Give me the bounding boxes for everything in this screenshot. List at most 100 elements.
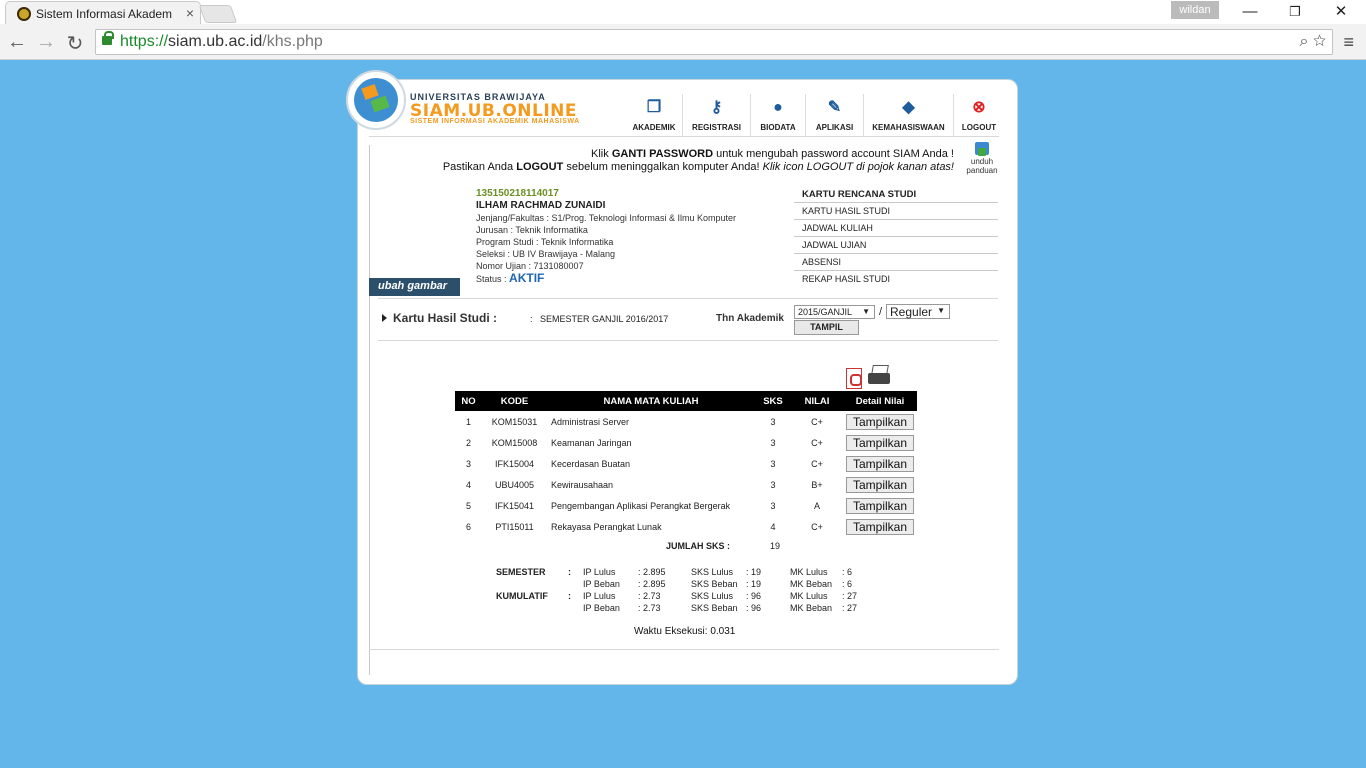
- brand-subtitle: SISTEM INFORMASI AKADEMIK MAHASISWA: [410, 118, 580, 125]
- back-arrow-icon[interactable]: ←: [6, 31, 28, 54]
- siam-logo-icon: [354, 78, 398, 122]
- reload-icon[interactable]: ↻: [64, 31, 86, 56]
- student-prodi: Program Studi : Teknik Informatika: [476, 237, 614, 247]
- table-row: 1 KOM15031 Administrasi Server 3 C+ Tampilka…: [455, 411, 917, 432]
- nav-label: AKADEMIK: [632, 123, 676, 132]
- table-row: 4 UBU4005 Kewirausahaan 3 B+ Tampilkan: [455, 474, 917, 495]
- jumlah-sks-value: 19: [770, 541, 781, 551]
- siam-page: UNIVERSITAS BRAWIJAYA SIAM.UB.ONLINE SIS…: [346, 70, 1019, 685]
- student-status: Status : AKTIF: [476, 271, 545, 285]
- student-jurusan: Jurusan : Teknik Informatika: [476, 225, 588, 235]
- execution-time: Waktu Eksekusi: 0.031: [634, 626, 736, 637]
- student-seleksi: Seleksi : UB IV Brawijaya - Malang: [476, 249, 616, 259]
- col-sks: SKS: [755, 391, 791, 411]
- menu-jadwal-kuliah[interactable]: JADWAL KULIAH: [794, 220, 998, 237]
- program-select[interactable]: Reguler ▼: [886, 304, 950, 319]
- jumlah-sks-label: JUMLAH SKS :: [666, 541, 731, 551]
- col-kode: KODE: [482, 391, 547, 411]
- new-tab-button[interactable]: [198, 5, 238, 23]
- section-divider: [378, 340, 998, 341]
- zoom-icon[interactable]: ⌕: [1300, 33, 1309, 50]
- footer-divider: [369, 649, 999, 650]
- download-guide-link[interactable]: unduh panduan: [962, 142, 1002, 175]
- browser-menu-icon[interactable]: ≡: [1343, 32, 1354, 53]
- browser-tab[interactable]: Sistem Informasi Akadem ×: [5, 1, 201, 25]
- tampilkan-button[interactable]: Tampilkan: [846, 518, 914, 535]
- tahun-akademik-select[interactable]: 2015/GANJIL ▼: [794, 305, 875, 319]
- table-row: 6 PTI15011 Rekayasa Perangkat Lunak 4 C+ Tam…: [455, 516, 917, 537]
- nav-logout[interactable]: ⊗ LOGOUT: [954, 94, 1004, 136]
- tahun-akademik-label: Thn Akademik: [716, 313, 784, 324]
- nav-label: LOGOUT: [961, 123, 997, 132]
- window-close-button[interactable]: ✕: [1318, 0, 1364, 24]
- nav-biodata[interactable]: ● BIODATA: [751, 94, 806, 136]
- content-left-border: [369, 145, 370, 675]
- khs-table: NO KODE NAMA MATA KULIAH SKS NILAI Detai…: [455, 391, 917, 537]
- table-row: 3 IFK15004 Kecerdasan Buatan 3 C+ Tampilkan: [455, 453, 917, 474]
- site-header: UNIVERSITAS BRAWIJAYA SIAM.UB.ONLINE SIS…: [346, 70, 1019, 138]
- address-bar[interactable]: https://siam.ub.ac.id/khs.php ⌕ ☆: [95, 29, 1333, 55]
- lock-icon: [102, 31, 114, 45]
- nav-label: APLIKASI: [815, 123, 854, 132]
- tampilkan-button[interactable]: Tampilkan: [846, 476, 914, 493]
- tampilkan-button[interactable]: Tampilkan: [846, 413, 914, 430]
- graduation-cap-icon: ◆: [902, 99, 915, 116]
- copy-icon: ❐: [646, 99, 662, 116]
- tampilkan-button[interactable]: Tampilkan: [846, 455, 914, 472]
- menu-rekap[interactable]: REKAP HASIL STUDI: [794, 271, 998, 288]
- user-icon: ●: [773, 99, 783, 116]
- nav-label: REGISTRASI: [692, 123, 741, 132]
- pdf-icon[interactable]: [846, 368, 862, 389]
- menu-absensi[interactable]: ABSENSI: [794, 254, 998, 271]
- nav-label: BIODATA: [760, 123, 796, 132]
- tampilkan-button[interactable]: Tampilkan: [846, 497, 914, 514]
- dropdown-arrow-icon: ▼: [937, 306, 945, 315]
- header-divider: [369, 136, 999, 137]
- col-nama: NAMA MATA KULIAH: [547, 391, 755, 411]
- side-menu: KARTU RENCANA STUDI KARTU HASIL STUDI JA…: [794, 186, 998, 288]
- browser-titlebar: Sistem Informasi Akadem × wildan — ❐ ✕: [0, 0, 1366, 25]
- download-icon: [975, 142, 989, 156]
- url-path: /khs.php: [262, 33, 323, 50]
- guide-label: unduh: [970, 157, 994, 166]
- nav-kemahasiswaan[interactable]: ◆ KEMAHASISWAAN: [864, 94, 954, 136]
- kumulatif-label: KUMULATIF: [496, 591, 548, 601]
- nav-akademik[interactable]: ❐ AKADEMIK: [626, 94, 683, 136]
- change-photo-button[interactable]: ubah gambar: [369, 278, 460, 296]
- menu-jadwal-ujian[interactable]: JADWAL UJIAN: [794, 237, 998, 254]
- printer-icon[interactable]: [868, 365, 891, 385]
- tampil-button[interactable]: TAMPIL: [794, 320, 859, 335]
- col-no: NO: [455, 391, 482, 411]
- url-scheme: https://: [120, 33, 169, 50]
- dropdown-arrow-icon: ▼: [862, 307, 870, 316]
- nav-label: KEMAHASISWAAN: [872, 123, 945, 132]
- status-badge: AKTIF: [509, 271, 545, 285]
- tab-title: Sistem Informasi Akadem: [36, 7, 173, 21]
- guide-label: panduan: [966, 166, 998, 175]
- siam-logo[interactable]: [346, 70, 406, 130]
- profile-user-button[interactable]: wildan: [1171, 1, 1219, 19]
- table-row: 2 KOM15008 Keamanan Jaringan 3 C+ Tampilkan: [455, 432, 917, 453]
- semester-label: SEMESTER: [496, 567, 546, 577]
- nav-aplikasi[interactable]: ✎ APLIKASI: [806, 94, 864, 136]
- col-detail: Detail Nilai: [843, 391, 917, 411]
- minimize-button[interactable]: —: [1227, 0, 1273, 24]
- section-divider: [378, 298, 998, 299]
- forward-arrow-icon[interactable]: →: [35, 31, 57, 54]
- nav-registrasi[interactable]: ⚷ REGISTRASI: [683, 94, 751, 136]
- bookmark-star-icon[interactable]: ☆: [1313, 33, 1326, 50]
- semester-label: : SEMESTER GANJIL 2016/2017: [530, 314, 669, 324]
- restore-button[interactable]: ❐: [1272, 0, 1318, 24]
- col-nilai: NILAI: [791, 391, 843, 411]
- browser-toolbar: ← → ↻ https://siam.ub.ac.id/khs.php ⌕ ☆ …: [0, 24, 1366, 60]
- student-jenjang: Jenjang/Fakultas : S1/Prog. Teknologi In…: [476, 213, 736, 223]
- khs-section-title: Kartu Hasil Studi :: [382, 311, 497, 325]
- menu-khs[interactable]: KARTU HASIL STUDI: [794, 203, 998, 220]
- tampilkan-button[interactable]: Tampilkan: [846, 434, 914, 451]
- url-host: siam.ub.ac.id: [168, 33, 263, 50]
- menu-krs[interactable]: KARTU RENCANA STUDI: [794, 186, 998, 203]
- close-circle-icon: ⊗: [972, 99, 986, 116]
- site-favicon-icon: [17, 7, 31, 21]
- student-nim: 135150218114017: [476, 188, 559, 199]
- tab-close-icon[interactable]: ×: [186, 5, 194, 21]
